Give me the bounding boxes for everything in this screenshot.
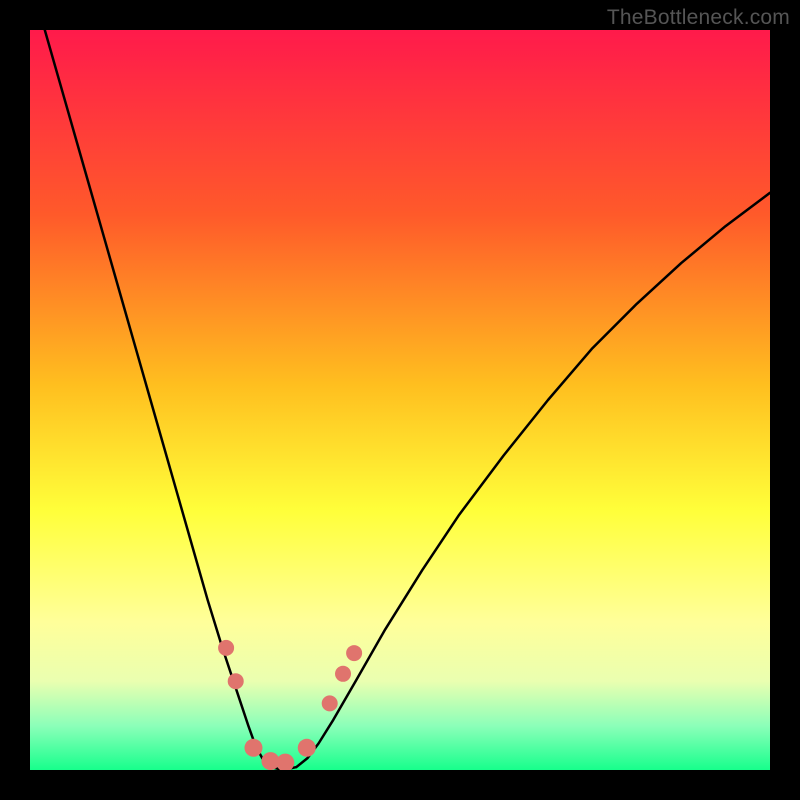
marker-dot-5 bbox=[298, 739, 316, 757]
watermark-text: TheBottleneck.com bbox=[607, 6, 790, 30]
marker-dot-6 bbox=[322, 695, 338, 711]
marker-dot-2 bbox=[244, 739, 262, 757]
marker-dot-8 bbox=[346, 645, 362, 661]
marker-dot-0 bbox=[218, 640, 234, 656]
chart-frame: TheBottleneck.com bbox=[0, 0, 800, 800]
marker-dot-7 bbox=[335, 666, 351, 682]
gradient-background bbox=[30, 30, 770, 770]
chart-plot-area bbox=[30, 30, 770, 770]
chart-svg bbox=[30, 30, 770, 770]
marker-dot-1 bbox=[228, 673, 244, 689]
